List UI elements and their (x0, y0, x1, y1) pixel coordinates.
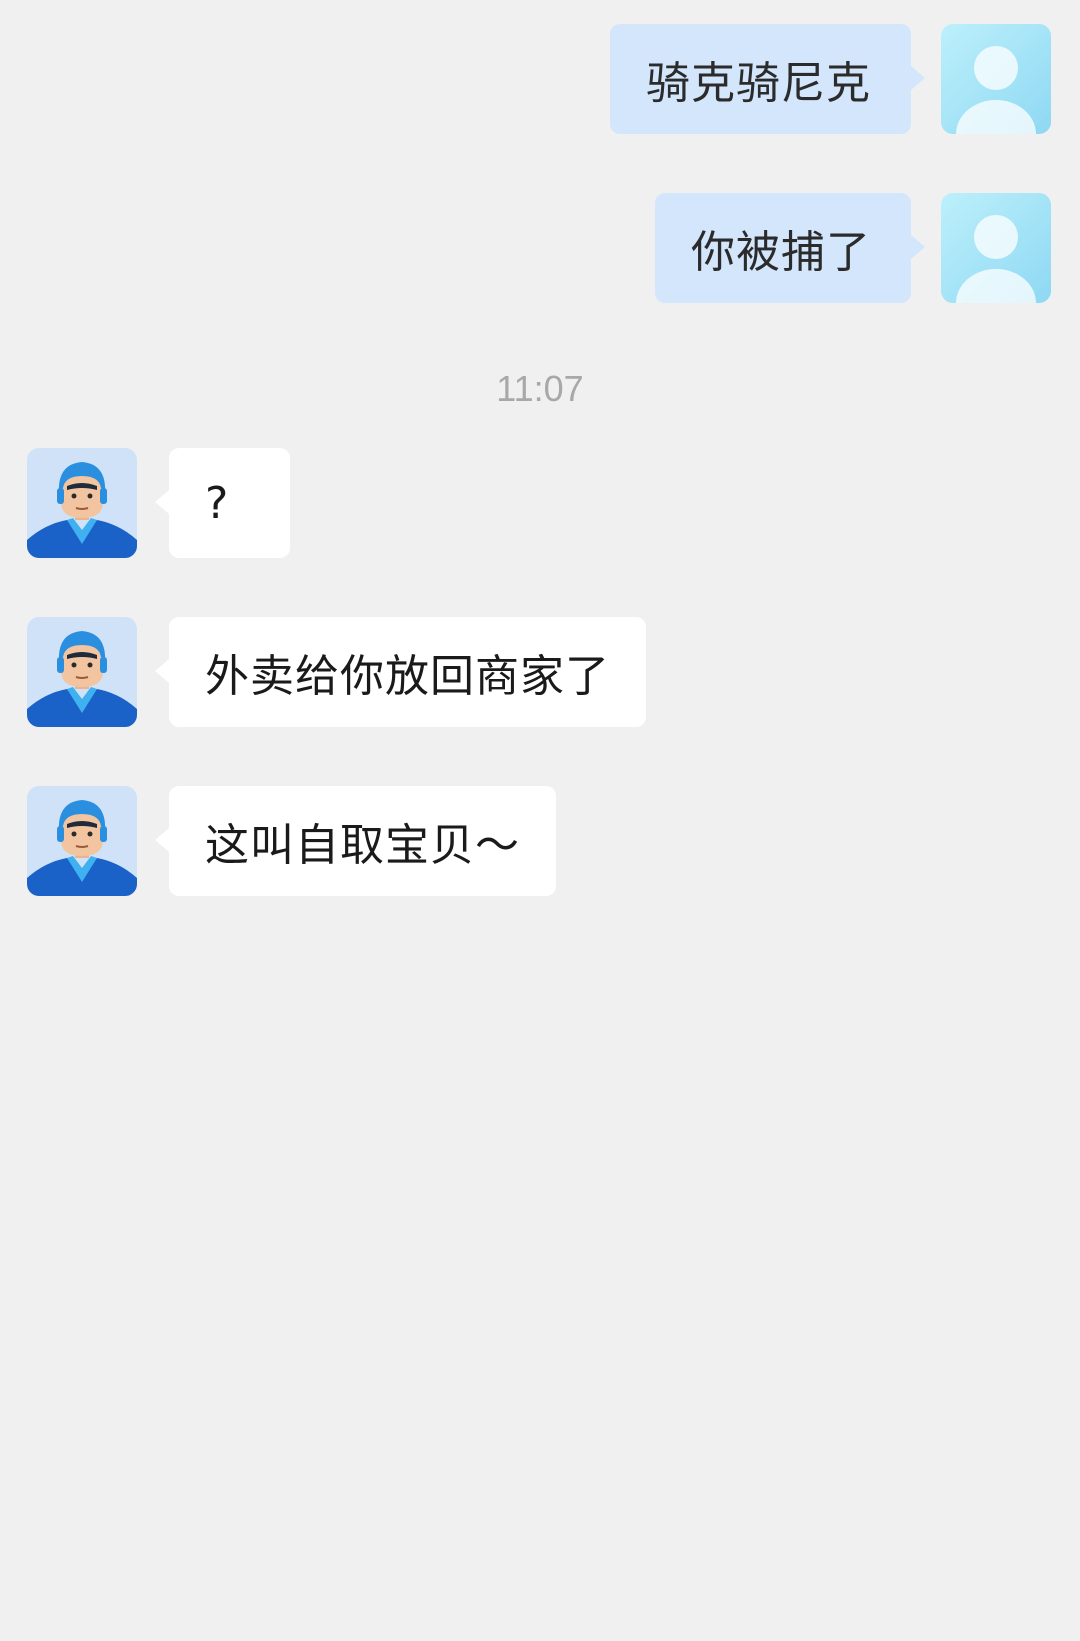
delivery-rider-avatar-icon[interactable] (27, 617, 137, 727)
message-timestamp: 11:07 (496, 368, 584, 409)
bubble-tail (155, 828, 169, 852)
message-text: 这叫自取宝贝～ (205, 820, 520, 871)
chat-message-list[interactable]: 骑克骑尼克 你被捕了 11:07 ? 外卖给你放回商家了 这叫自取宝贝～ (0, 0, 1080, 1641)
message-text: ? (205, 477, 230, 529)
message-bubble[interactable]: 外卖给你放回商家了 (169, 617, 646, 727)
delivery-rider-avatar-icon[interactable] (27, 448, 137, 558)
message-incoming: ? (0, 448, 1080, 558)
message-text: 外卖给你放回商家了 (205, 651, 610, 702)
default-user-avatar-icon[interactable] (941, 193, 1051, 303)
bubble-tail (155, 490, 169, 514)
delivery-rider-avatar-icon[interactable] (27, 786, 137, 896)
message-outgoing: 骑克骑尼克 (0, 24, 1080, 134)
message-bubble[interactable]: 这叫自取宝贝～ (169, 786, 556, 896)
message-text: 骑克骑尼克 (646, 58, 871, 109)
bubble-tail (155, 659, 169, 683)
message-bubble[interactable]: 骑克骑尼克 (610, 24, 911, 134)
bubble-tail (911, 66, 925, 90)
message-incoming: 这叫自取宝贝～ (0, 786, 1080, 896)
default-user-avatar-icon[interactable] (941, 24, 1051, 134)
message-incoming: 外卖给你放回商家了 (0, 617, 1080, 727)
message-bubble[interactable]: 你被捕了 (655, 193, 911, 303)
message-text: 你被捕了 (691, 227, 871, 278)
message-outgoing: 你被捕了 (0, 193, 1080, 303)
bubble-tail (911, 235, 925, 259)
message-bubble[interactable]: ? (169, 448, 290, 558)
